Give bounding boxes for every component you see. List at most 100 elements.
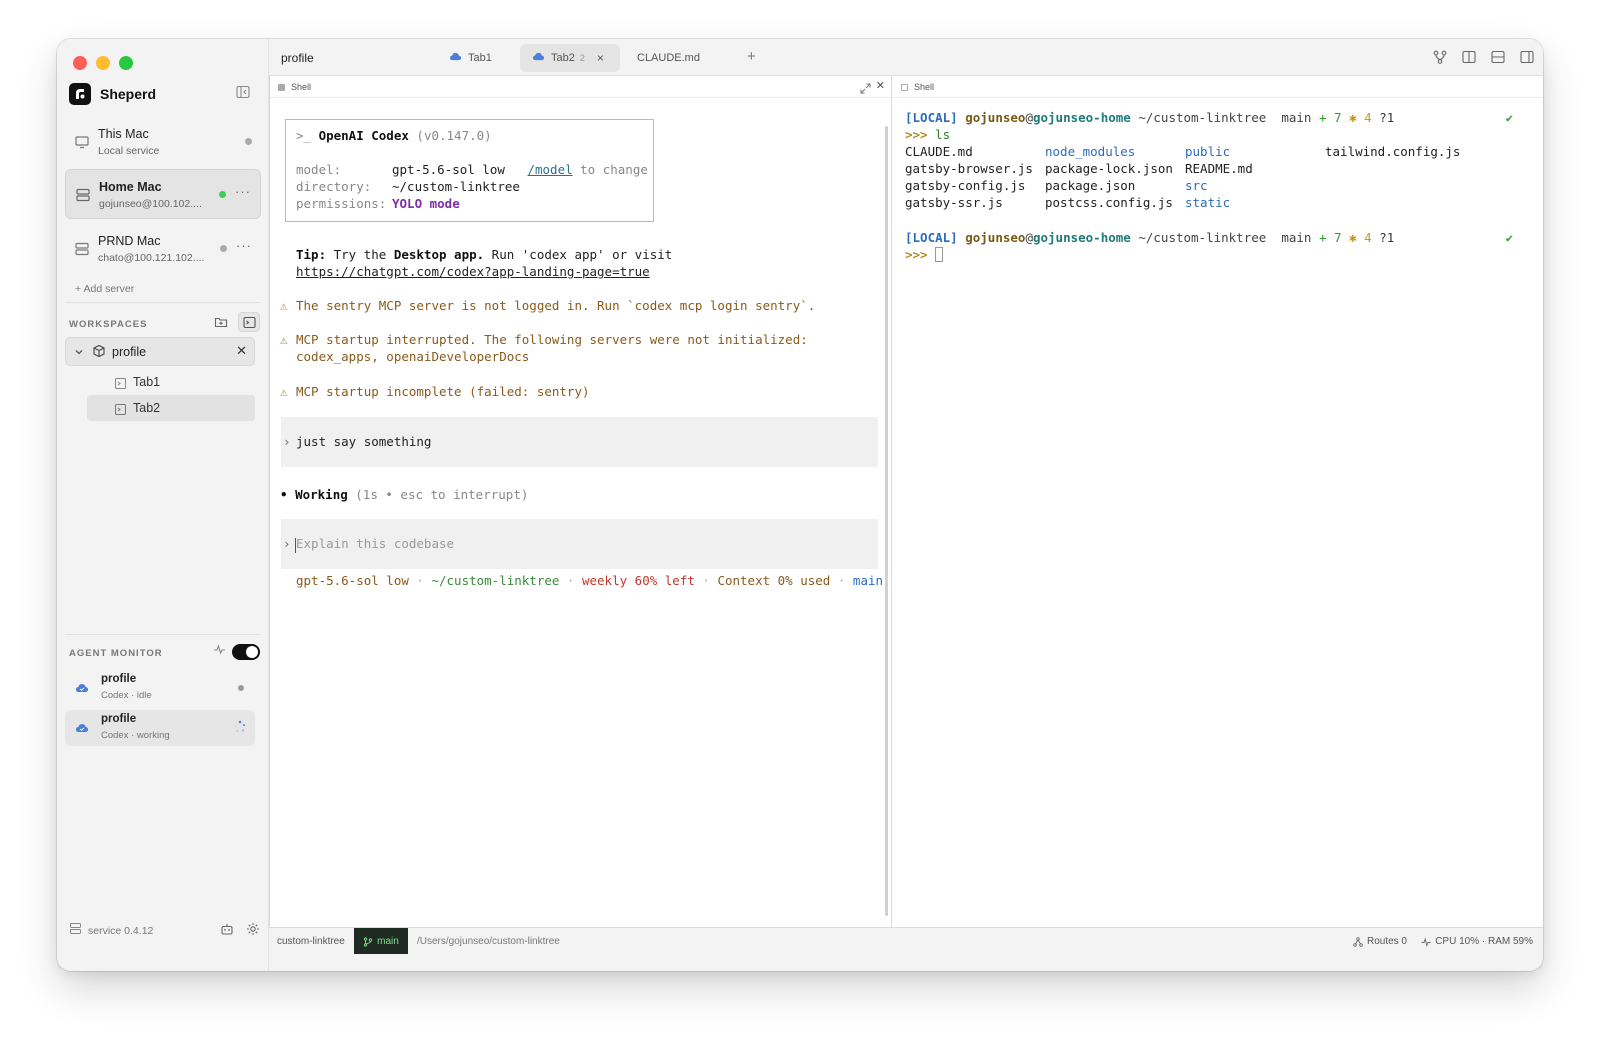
dir-entry: node_modules bbox=[1045, 144, 1136, 159]
new-tab-button[interactable]: + bbox=[747, 48, 756, 65]
codex-pane[interactable]: Shell ✕ >_ OpenAI Codex (v0.147.0) model… bbox=[269, 76, 892, 927]
chevron-down-icon[interactable] bbox=[73, 345, 85, 363]
new-terminal-icon[interactable] bbox=[238, 312, 260, 332]
more-icon[interactable]: ··· bbox=[236, 238, 252, 253]
status-branch: main bbox=[852, 573, 884, 588]
sidebar-tab-tab1[interactable]: Tab1 bbox=[87, 369, 255, 395]
sidebar-footer: service 0.4.12 bbox=[69, 922, 153, 940]
model-key: model: bbox=[296, 162, 342, 177]
warning-message: ⚠ The sentry MCP server is not logged in.… bbox=[280, 298, 815, 313]
terminal-command: ls bbox=[935, 127, 951, 142]
cloud-icon bbox=[532, 51, 545, 65]
file-entry: gatsby-config.js bbox=[905, 178, 1026, 193]
workspace-profile[interactable]: profile ✕ bbox=[65, 337, 255, 366]
codex-status-line: gpt-5.6-sol low · ~/custom-linktree · we… bbox=[296, 573, 883, 588]
spinner-icon bbox=[233, 720, 247, 734]
prompt-at: @ bbox=[1025, 110, 1033, 125]
tip-message: Tip: Try the Desktop app. Run 'codex app… bbox=[296, 247, 672, 262]
file-entry: gatsby-browser.js bbox=[905, 161, 1033, 176]
status-workspace[interactable]: custom-linktree bbox=[277, 936, 345, 947]
codex-title: OpenAI Codex bbox=[318, 128, 409, 143]
server-name: Home Mac bbox=[99, 180, 162, 194]
prompt-placeholder: Explain this codebase bbox=[296, 536, 455, 551]
close-tab-icon[interactable]: × bbox=[597, 51, 604, 65]
status-weekly: weekly 60% left bbox=[581, 573, 695, 588]
close-icon[interactable]: ✕ bbox=[236, 343, 247, 359]
close-window-button[interactable] bbox=[73, 56, 87, 70]
maximize-window-button[interactable] bbox=[119, 56, 133, 70]
terminal-icon bbox=[115, 376, 126, 394]
prompt-host: gojunseo-home bbox=[1032, 230, 1131, 245]
prompt-local: [LOCAL] bbox=[905, 230, 958, 245]
terminal-prompt-line: [LOCAL] gojunseo@gojunseo-home ~/custom-… bbox=[905, 230, 1394, 245]
prompt-input[interactable]: › Explain this codebase bbox=[281, 519, 878, 569]
divider bbox=[65, 634, 260, 635]
prompt-arrow: >>> bbox=[905, 247, 928, 262]
maximize-icon[interactable] bbox=[860, 81, 871, 99]
agent-monitor-toggle[interactable] bbox=[232, 644, 260, 660]
check-icon: ✔ bbox=[1505, 231, 1513, 245]
user-message: › just say something bbox=[281, 417, 878, 467]
split-vertical-icon[interactable] bbox=[1461, 49, 1477, 70]
codex-info-box: >_ OpenAI Codex (v0.147.0) model: gpt-5.6… bbox=[285, 119, 654, 222]
close-pane-icon[interactable]: ✕ bbox=[876, 79, 885, 92]
terminal-prompt-line: [LOCAL] gojunseo@gojunseo-home ~/custom-… bbox=[905, 110, 1394, 125]
sidebar-footer-actions bbox=[220, 922, 260, 941]
tab-tab2[interactable]: Tab2 2 × bbox=[520, 44, 620, 72]
tab-label: Tab2 bbox=[551, 52, 575, 64]
tab-label: Tab1 bbox=[468, 52, 492, 64]
server-home-mac[interactable]: Home Mac gojunseo@100.102.... ··· bbox=[65, 169, 261, 219]
status-routes[interactable]: Routes 0 bbox=[1353, 936, 1407, 947]
add-server-button[interactable]: + Add server bbox=[75, 283, 134, 295]
file-entry: tailwind.config.js bbox=[1325, 144, 1461, 159]
routes-icon bbox=[1353, 936, 1363, 947]
brand: Sheperd bbox=[69, 81, 260, 107]
prompt-host: gojunseo-home bbox=[1032, 110, 1131, 125]
split-horizontal-icon[interactable] bbox=[1490, 49, 1506, 70]
sidebar-toggle-icon[interactable] bbox=[236, 85, 252, 101]
pane-header: Shell bbox=[893, 76, 1543, 98]
new-folder-icon[interactable] bbox=[210, 312, 232, 332]
activity-icon bbox=[213, 643, 226, 661]
model-command-link[interactable]: /model bbox=[527, 162, 572, 177]
more-icon[interactable]: ··· bbox=[235, 184, 251, 199]
right-panel-icon[interactable] bbox=[1519, 49, 1535, 70]
terminal-input-line[interactable]: >>> bbox=[905, 247, 944, 262]
tip-url-link[interactable]: https://chatgpt.com/codex?app-landing-pa… bbox=[296, 264, 650, 279]
separator: · bbox=[408, 573, 432, 588]
permissions-line: permissions: YOLO mode bbox=[296, 196, 460, 211]
status-branch-badge[interactable]: main bbox=[354, 928, 408, 955]
cloud-icon bbox=[75, 721, 89, 739]
model-hint: to change bbox=[572, 162, 648, 177]
server-this-mac[interactable]: This Mac Local service bbox=[65, 117, 261, 167]
terminal-pane[interactable]: Shell [LOCAL] gojunseo@gojunseo-home ~/c… bbox=[893, 76, 1543, 927]
agent-item[interactable]: profile Codex · idle bbox=[65, 670, 255, 706]
tab-claude-md[interactable]: CLAUDE.md bbox=[629, 44, 708, 72]
service-version: service 0.4.12 bbox=[88, 925, 154, 937]
agent-name: profile bbox=[101, 713, 137, 725]
status-resources: CPU 10% · RAM 59% bbox=[1421, 936, 1533, 947]
server-prnd-mac[interactable]: PRND Mac chato@100.121.102.... ··· bbox=[65, 224, 261, 274]
pane-indicator-icon bbox=[901, 84, 908, 91]
directory-key: directory: bbox=[296, 179, 372, 194]
layout-actions bbox=[1432, 49, 1535, 70]
pane-indicator-icon bbox=[278, 84, 285, 91]
agent-monitor-heading: AGENT MONITOR bbox=[69, 648, 163, 659]
gear-icon[interactable] bbox=[246, 922, 260, 941]
minimize-window-button[interactable] bbox=[96, 56, 110, 70]
git-branch-icon[interactable] bbox=[1432, 49, 1448, 70]
warning-icon: ⚠ bbox=[280, 332, 288, 347]
sidebar-tab-tab2[interactable]: Tab2 bbox=[87, 395, 255, 421]
tip-text: Run 'codex app' or visit bbox=[484, 247, 673, 262]
dir-entry: src bbox=[1185, 178, 1208, 193]
agent-item[interactable]: profile Codex · working bbox=[65, 710, 255, 746]
warning-text: codex_apps, openaiDeveloperDocs bbox=[296, 349, 530, 364]
robot-icon[interactable] bbox=[220, 922, 234, 941]
tip-label: Tip: bbox=[296, 247, 327, 262]
server-subtitle: gojunseo@100.102.... bbox=[99, 198, 202, 210]
sidebar: Sheperd This Mac Local service Home Mac … bbox=[57, 39, 269, 971]
warning-text: MCP startup incomplete (failed: sentry) bbox=[296, 384, 590, 399]
tab-tab1[interactable]: Tab1 bbox=[439, 44, 502, 72]
scrollbar[interactable] bbox=[885, 126, 888, 916]
workspace-name: profile bbox=[112, 345, 147, 359]
